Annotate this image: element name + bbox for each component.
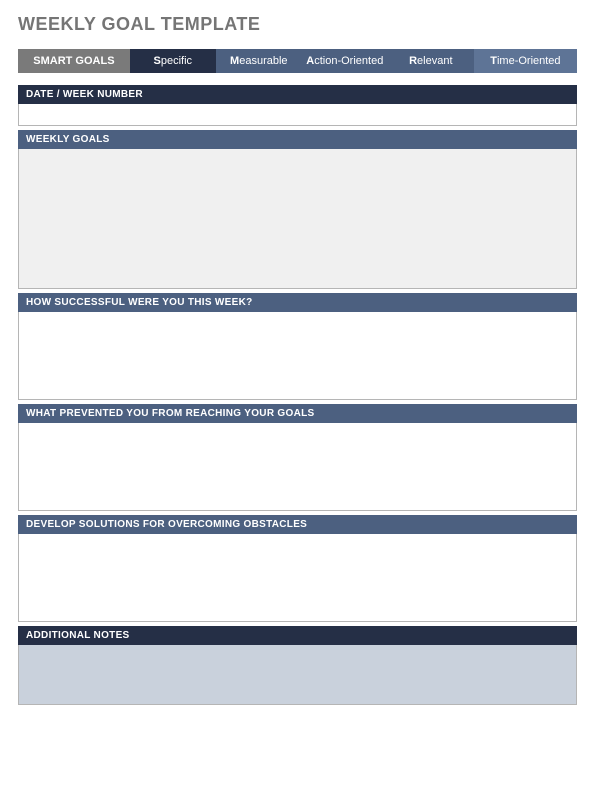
section-success-header: HOW SUCCESSFUL WERE YOU THIS WEEK? [18, 293, 577, 312]
smart-time-rest: ime-Oriented [497, 55, 561, 67]
smart-relevant-rest: elevant [417, 55, 452, 67]
section-notes-header: ADDITIONAL NOTES [18, 626, 577, 645]
smart-time-initial: T [490, 55, 497, 67]
smart-relevant-initial: R [409, 55, 417, 67]
smart-measurable-rest: easurable [239, 55, 287, 67]
smart-goals-bar: SMART GOALS Specific Measurable Action-O… [18, 49, 577, 73]
section-notes-body[interactable] [18, 645, 577, 705]
section-date: DATE / WEEK NUMBER [18, 85, 577, 126]
section-prevented-header: WHAT PREVENTED YOU FROM REACHING YOUR GO… [18, 404, 577, 423]
smart-goals-label: SMART GOALS [18, 49, 130, 73]
section-prevented-body[interactable] [18, 423, 577, 511]
smart-action-initial: A [306, 55, 314, 67]
section-prevented: WHAT PREVENTED YOU FROM REACHING YOUR GO… [18, 404, 577, 511]
smart-specific-rest: pecific [161, 55, 192, 67]
smart-measurable: Measurable [216, 49, 302, 73]
smart-action-rest: ction-Oriented [314, 55, 383, 67]
section-success-body[interactable] [18, 312, 577, 400]
section-date-body[interactable] [18, 104, 577, 126]
smart-action: Action-Oriented [302, 49, 388, 73]
section-solutions-header: DEVELOP SOLUTIONS FOR OVERCOMING OBSTACL… [18, 515, 577, 534]
section-notes: ADDITIONAL NOTES [18, 626, 577, 705]
section-success: HOW SUCCESSFUL WERE YOU THIS WEEK? [18, 293, 577, 400]
section-solutions: DEVELOP SOLUTIONS FOR OVERCOMING OBSTACL… [18, 515, 577, 622]
section-goals-body[interactable] [18, 149, 577, 289]
smart-specific: Specific [130, 49, 216, 73]
smart-measurable-initial: M [230, 55, 239, 67]
smart-specific-initial: S [154, 55, 161, 67]
section-solutions-body[interactable] [18, 534, 577, 622]
section-goals-header: WEEKLY GOALS [18, 130, 577, 149]
smart-time: Time-Oriented [474, 49, 577, 73]
section-goals: WEEKLY GOALS [18, 130, 577, 289]
page-title: WEEKLY GOAL TEMPLATE [18, 14, 577, 35]
section-date-header: DATE / WEEK NUMBER [18, 85, 577, 104]
smart-relevant: Relevant [388, 49, 474, 73]
